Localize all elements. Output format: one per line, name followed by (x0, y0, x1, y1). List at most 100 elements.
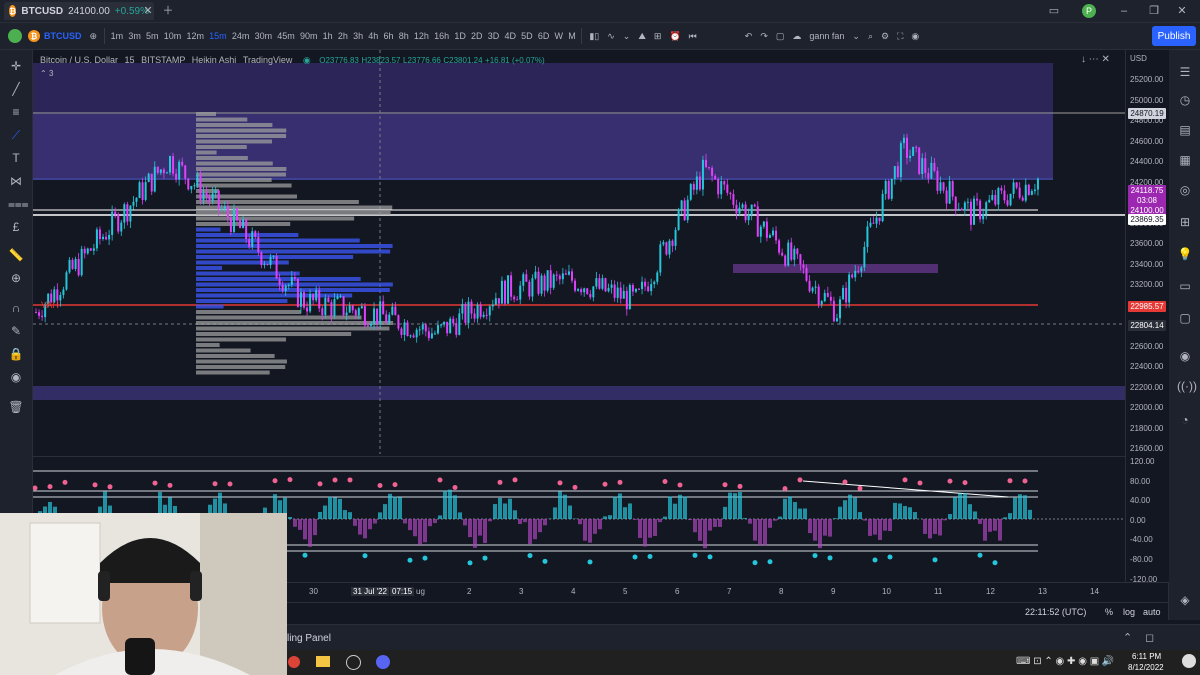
broadcast-icon[interactable]: ((·)) (1177, 378, 1197, 394)
clock-icon[interactable]: ◷ (1177, 92, 1193, 108)
interval-6h[interactable]: 6h (381, 31, 396, 41)
new-tab-icon[interactable]: ＋ (160, 3, 176, 19)
cloud-icon[interactable]: ☁ (788, 31, 805, 42)
interval-3D[interactable]: 3D (485, 31, 502, 41)
gear-icon[interactable]: ⚙ (877, 31, 893, 42)
interval-30m[interactable]: 30m (252, 31, 275, 41)
chevron-up-icon[interactable]: ⌃ (1123, 631, 1132, 644)
zoom-in-icon[interactable]: ⊕ (8, 270, 24, 286)
close-window-icon[interactable]: ✕ (1174, 3, 1190, 19)
publish-button[interactable]: Publish (1152, 26, 1196, 46)
interval-10m[interactable]: 10m (161, 31, 184, 41)
interval-4h[interactable]: 4h (366, 31, 381, 41)
interval-M[interactable]: M (566, 31, 579, 41)
redo-icon[interactable]: ↷ (756, 31, 772, 42)
price-axis[interactable]: USD 25200.00 25000.00 24800.00 24600.00 2440… (1125, 50, 1169, 584)
notification-icon[interactable]: ◔ (1177, 412, 1193, 428)
interval-6D[interactable]: 6D (535, 31, 552, 41)
indicator-icon[interactable]: ∿ (603, 31, 619, 42)
camera-icon[interactable]: ◉ (907, 31, 923, 42)
trash-icon[interactable]: 🗑 (8, 399, 24, 415)
indicator-toggle[interactable]: ⌃ 3 (40, 69, 545, 78)
interval-1h[interactable]: 1h (320, 31, 335, 41)
browser-tab[interactable]: ₿ BTCUSD 24100.00 +0.59% (4, 2, 154, 20)
log-toggle[interactable]: log (1123, 607, 1135, 617)
drawing-tool-name[interactable]: gann fan (805, 31, 848, 41)
chevron-down-icon[interactable]: ⌄ (848, 31, 864, 42)
maximize-panel-icon[interactable]: ◻ (1145, 631, 1154, 644)
interval-3h[interactable]: 3h (350, 31, 365, 41)
legend-title[interactable]: Bitcoin / U.S. Dollar (40, 55, 118, 65)
interval-24m[interactable]: 24m (229, 31, 252, 41)
brush-icon[interactable]: ✎ (8, 323, 24, 339)
interval-5m[interactable]: 5m (143, 31, 161, 41)
minimize-icon[interactable]: – (1116, 3, 1132, 19)
app-icon[interactable] (346, 655, 361, 670)
interval-5D[interactable]: 5D (519, 31, 536, 41)
interval-1D[interactable]: 1D (452, 31, 469, 41)
interval-90m[interactable]: 90m (297, 31, 320, 41)
compare-icon[interactable]: ⊕ (86, 31, 102, 42)
eye-icon[interactable]: ◉ (8, 369, 24, 385)
discord-icon[interactable] (376, 655, 390, 669)
fullscreen-icon[interactable]: ⛶ (893, 31, 907, 42)
profile-avatar[interactable]: P (1082, 4, 1096, 18)
panel-tab-label[interactable]: ling Panel (287, 633, 331, 644)
interval-W[interactable]: W (552, 31, 566, 41)
search-icon[interactable]: ⌕ (864, 31, 877, 42)
interval-2h[interactable]: 2h (335, 31, 350, 41)
replay-icon[interactable]: ⏮ (685, 31, 701, 42)
watchlist-icon[interactable]: ☰ (1177, 64, 1193, 80)
text-tool-icon[interactable]: T (8, 150, 24, 166)
forecast-icon[interactable]: ⩶ (8, 196, 29, 212)
pattern-icon[interactable]: ⋈ (8, 173, 24, 189)
interval-8h[interactable]: 8h (396, 31, 411, 41)
layers-icon[interactable]: ◈ (1177, 592, 1193, 608)
chrome-icon[interactable] (288, 656, 300, 668)
chat-icon[interactable]: ▭ (1177, 278, 1193, 294)
price-chart[interactable]: VAH ↓ ⋯ ✕ (33, 50, 1125, 454)
calendar-icon[interactable]: ▦ (1177, 152, 1193, 168)
lock-icon[interactable]: 🔒 (8, 346, 24, 362)
utc-clock[interactable]: 22:11:52 (UTC) (1025, 607, 1086, 617)
tray-icons[interactable]: ⌨ ⊡ ⌃ ◉ ✚ ◉ ▣ 🔊 (1016, 656, 1114, 667)
stream-icon[interactable]: ◉ (1177, 348, 1193, 364)
notification-icon[interactable] (1182, 654, 1196, 668)
auto-toggle[interactable]: auto (1143, 607, 1161, 617)
interval-12m[interactable]: 12m (184, 31, 207, 41)
horizontal-lines-icon[interactable]: ≡ (8, 104, 24, 120)
grid-icon[interactable]: ⊞ (1177, 214, 1193, 230)
pane-controls[interactable]: ↓ ⋯ ✕ (1081, 54, 1110, 65)
interval-15m[interactable]: 15m (207, 31, 230, 41)
chat-bubble-icon[interactable]: ▢ (1177, 310, 1193, 326)
lightbulb-icon[interactable]: 💡 (1177, 246, 1193, 262)
folder-icon[interactable] (316, 656, 330, 667)
layout-icon[interactable]: ⊞ (650, 31, 666, 42)
undo-icon[interactable]: ↶ (741, 31, 757, 42)
symbol-search[interactable]: BTCUSD (40, 31, 86, 41)
pound-icon[interactable]: £ (8, 219, 24, 235)
target-icon[interactable]: ◎ (1177, 182, 1193, 198)
screen-icon[interactable]: ▭ (1046, 3, 1062, 19)
crosshair-icon[interactable]: ✛ (8, 58, 24, 74)
currency-label[interactable]: USD (1130, 54, 1147, 63)
maximize-icon[interactable]: ❐ (1146, 3, 1162, 19)
interval-2D[interactable]: 2D (468, 31, 485, 41)
interval-4D[interactable]: 4D (502, 31, 519, 41)
alert-icon[interactable]: ⛰ (634, 31, 650, 42)
news-icon[interactable]: ▤ (1177, 122, 1193, 138)
chevron-down-icon[interactable]: ⌄ (619, 31, 635, 42)
interval-12h[interactable]: 12h (411, 31, 431, 41)
ruler-icon[interactable]: 📏 (8, 247, 24, 263)
candle-style-icon[interactable]: ▮▯ (585, 31, 603, 42)
magnet-icon[interactable]: ∩ (8, 300, 24, 316)
interval-16h[interactable]: 16h (432, 31, 452, 41)
interval-45m[interactable]: 45m (275, 31, 298, 41)
percent-toggle[interactable]: % (1105, 607, 1113, 617)
trend-line-icon[interactable]: ╱ (8, 81, 24, 97)
interval-1m[interactable]: 1m (108, 31, 126, 41)
close-tab-icon[interactable]: ✕ (140, 3, 156, 19)
alert-clock-icon[interactable]: ⏰ (665, 31, 684, 42)
tv-logo-icon[interactable] (8, 29, 22, 43)
pitchfork-icon[interactable]: ⟋ (8, 127, 24, 143)
